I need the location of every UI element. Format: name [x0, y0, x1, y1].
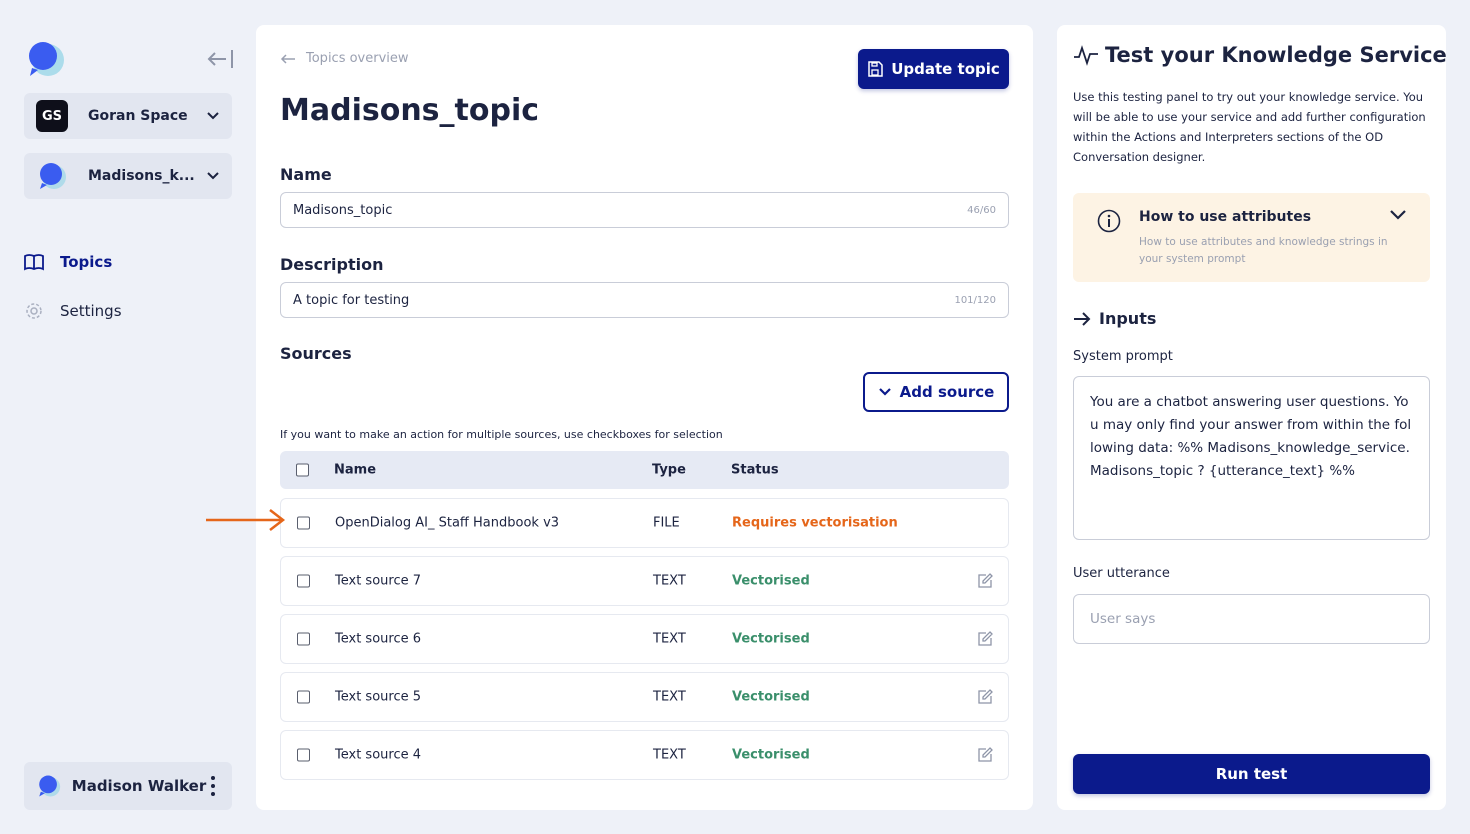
add-source-label: Add source	[899, 383, 995, 401]
service-selector[interactable]: Madisons_k...	[24, 153, 232, 199]
table-row[interactable]: Text source 6 TEXT Vectorised	[280, 614, 1009, 664]
name-field[interactable]: Madisons_topic 46/60	[280, 192, 1009, 228]
workspace-selector[interactable]: GS Goran Space	[24, 93, 232, 139]
row-checkbox[interactable]	[297, 574, 310, 588]
row-checkbox[interactable]	[297, 632, 310, 646]
workspace-name: Goran Space	[88, 108, 188, 124]
status-badge: Requires vectorisation	[732, 515, 898, 531]
source-type: FILE	[653, 515, 680, 531]
edit-icon[interactable]	[977, 631, 993, 647]
arrow-left-icon	[280, 53, 295, 64]
attributes-subtitle: How to use attributes and knowledge stri…	[1139, 236, 1388, 265]
user-utterance-input[interactable]: User says	[1073, 594, 1430, 644]
arrow-right-icon	[1074, 311, 1091, 326]
source-type: TEXT	[653, 573, 686, 589]
name-char-counter: 46/60	[967, 204, 996, 216]
user-menu[interactable]: Madison Walker	[24, 762, 232, 810]
more-options-icon[interactable]	[206, 774, 220, 798]
gear-icon	[26, 303, 42, 319]
source-name: Text source 7	[335, 573, 421, 589]
edit-icon[interactable]	[977, 747, 993, 763]
update-topic-label: Update topic	[891, 60, 1000, 78]
run-test-label: Run test	[1215, 765, 1288, 783]
name-label: Name	[280, 165, 332, 184]
select-all-checkbox[interactable]	[296, 463, 309, 477]
source-type: TEXT	[653, 631, 686, 647]
sources-label: Sources	[280, 344, 352, 363]
source-name: Text source 4	[335, 747, 421, 763]
description-field[interactable]: A topic for testing 101/120	[280, 282, 1009, 318]
selection-hint: If you want to make an action for multip…	[280, 428, 723, 441]
chevron-down-icon	[207, 172, 219, 180]
row-checkbox[interactable]	[297, 748, 310, 762]
activity-icon	[1074, 45, 1098, 66]
table-row[interactable]: Text source 5 TEXT Vectorised	[280, 672, 1009, 722]
run-test-button[interactable]: Run test	[1073, 754, 1430, 794]
user-name: Madison Walker	[71, 777, 207, 795]
table-row[interactable]: Text source 7 TEXT Vectorised	[280, 556, 1009, 606]
sidebar-item-topics[interactable]: Topics	[24, 252, 112, 272]
knowledge-service-icon	[40, 163, 66, 189]
source-name: Text source 6	[335, 631, 421, 647]
page-title: Madisons_topic	[280, 93, 540, 128]
chevron-down-icon	[878, 388, 891, 396]
book-icon	[24, 254, 44, 271]
source-type: TEXT	[653, 747, 686, 763]
sidebar-item-label: Settings	[60, 302, 122, 320]
user-utterance-label: User utterance	[1073, 566, 1170, 581]
source-name: OpenDialog AI_ Staff Handbook v3	[335, 515, 560, 531]
edit-icon[interactable]	[977, 573, 993, 589]
description-char-counter: 101/120	[954, 294, 996, 306]
test-panel: Test your Knowledge Service Use this tes…	[1057, 25, 1447, 810]
collapse-sidebar-icon[interactable]	[206, 48, 234, 70]
system-prompt-label: System prompt	[1073, 349, 1173, 364]
column-status: Status	[731, 462, 779, 478]
panel-title: Test your Knowledge Service	[1073, 43, 1447, 67]
status-badge: Vectorised	[732, 689, 810, 705]
attributes-title: How to use attributes	[1139, 209, 1312, 225]
description-value: A topic for testing	[293, 292, 410, 308]
column-type: Type	[652, 462, 686, 478]
topic-editor: Topics overview Update topic Madisons_to…	[256, 25, 1033, 810]
save-icon	[868, 61, 883, 77]
sidebar-item-label: Topics	[60, 253, 113, 271]
avatar	[39, 775, 61, 797]
chevron-down-icon	[1390, 210, 1406, 220]
table-row[interactable]: Text source 4 TEXT Vectorised	[280, 730, 1009, 780]
status-badge: Vectorised	[732, 631, 810, 647]
column-name: Name	[334, 462, 377, 478]
user-utterance-placeholder: User says	[1090, 611, 1156, 627]
status-badge: Vectorised	[732, 573, 810, 589]
source-type: TEXT	[653, 689, 686, 705]
info-icon	[1097, 209, 1121, 233]
panel-description: Use this testing panel to try out your k…	[1073, 90, 1426, 164]
description-label: Description	[280, 255, 384, 274]
sidebar-item-settings[interactable]: Settings	[24, 301, 122, 321]
service-name: Madisons_k...	[88, 168, 195, 184]
edit-icon[interactable]	[977, 689, 993, 705]
row-checkbox[interactable]	[297, 516, 310, 530]
panel-title-text: Test your Knowledge Service	[1105, 43, 1447, 67]
inputs-label: Inputs	[1099, 309, 1157, 328]
source-name: Text source 5	[335, 689, 421, 705]
add-source-button[interactable]: Add source	[863, 372, 1009, 412]
update-topic-button[interactable]: Update topic	[858, 49, 1009, 89]
breadcrumb[interactable]: Topics overview	[280, 51, 409, 66]
system-prompt-input[interactable]: You are a chatbot answering user questio…	[1073, 376, 1430, 540]
annotation-arrow-icon	[206, 509, 286, 531]
status-badge: Vectorised	[732, 747, 810, 763]
inputs-heading: Inputs	[1073, 309, 1156, 328]
attributes-help-accordion[interactable]: How to use attributes How to use attribu…	[1073, 193, 1430, 282]
sidebar: GS Goran Space Madisons_k... Topics Sett…	[0, 0, 256, 834]
table-row[interactable]: OpenDialog AI_ Staff Handbook v3 FILE Re…	[280, 498, 1009, 548]
sources-table-header: Name Type Status	[280, 451, 1009, 489]
name-value: Madisons_topic	[293, 202, 393, 218]
workspace-badge: GS	[36, 100, 68, 132]
chevron-down-icon	[207, 112, 219, 120]
breadcrumb-label: Topics overview	[306, 51, 409, 66]
row-checkbox[interactable]	[297, 690, 310, 704]
app-logo	[29, 42, 64, 76]
